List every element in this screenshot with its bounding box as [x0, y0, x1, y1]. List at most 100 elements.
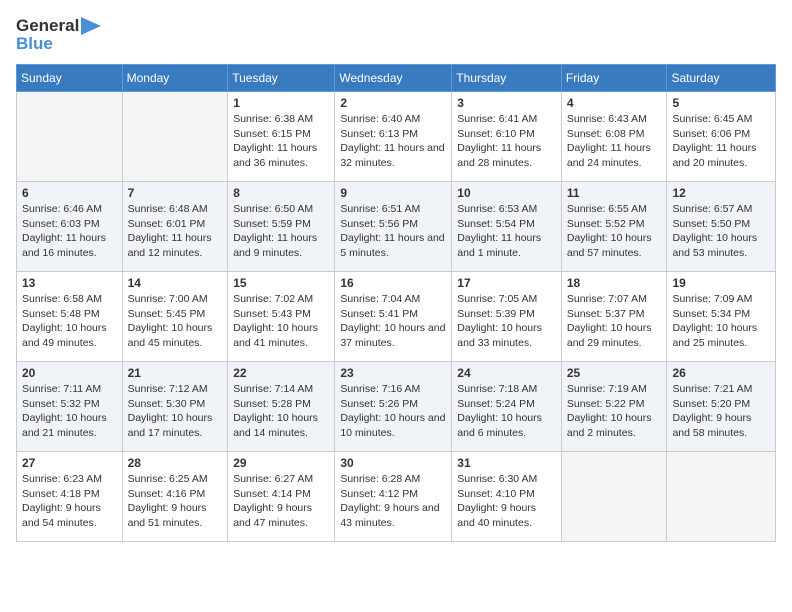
day-number: 13 [22, 276, 117, 290]
calendar-cell: 11 Sunrise: 6:55 AMSunset: 5:52 PMDayligh… [561, 182, 667, 272]
calendar-cell: 2Sunrise: 6:40 AMSunset: 6:13 PMDaylight… [335, 92, 452, 182]
weekday-header-thursday: Thursday [452, 65, 562, 92]
calendar-week-row: 13 Sunrise: 6:58 AMSunset: 5:48 PMDayligh… [17, 272, 776, 362]
day-number: 6 [22, 186, 117, 200]
day-number: 29 [233, 456, 329, 470]
day-number: 1 [233, 96, 329, 110]
day-number: 22 [233, 366, 329, 380]
calendar-week-row: 20 Sunrise: 7:11 AMSunset: 5:32 PMDayligh… [17, 362, 776, 452]
day-number: 15 [233, 276, 329, 290]
day-number: 9 [340, 186, 446, 200]
calendar-week-row: 6 Sunrise: 6:46 AMSunset: 6:03 PMDaylight… [17, 182, 776, 272]
calendar-cell: 16 Sunrise: 7:04 AMSunset: 5:41 PMDayligh… [335, 272, 452, 362]
day-info: Sunrise: 6:55 AMSunset: 5:52 PMDaylight:… [567, 202, 662, 261]
day-info: Sunrise: 6:45 AMSunset: 6:06 PMDaylight:… [672, 112, 770, 171]
calendar-cell: 19 Sunrise: 7:09 AMSunset: 5:34 PMDayligh… [667, 272, 776, 362]
day-info: Sunrise: 6:25 AMSunset: 4:16 PMDaylight:… [128, 472, 223, 531]
calendar-cell: 29 Sunrise: 6:27 AMSunset: 4:14 PMDayligh… [228, 452, 335, 542]
calendar-cell: 6 Sunrise: 6:46 AMSunset: 6:03 PMDaylight… [17, 182, 123, 272]
day-info: Sunrise: 6:41 AMSunset: 6:10 PMDaylight:… [457, 112, 556, 171]
day-info: Sunrise: 7:02 AMSunset: 5:43 PMDaylight:… [233, 292, 329, 351]
calendar-cell: 21 Sunrise: 7:12 AMSunset: 5:30 PMDayligh… [122, 362, 228, 452]
day-number: 4 [567, 96, 662, 110]
day-info: Sunrise: 7:00 AMSunset: 5:45 PMDaylight:… [128, 292, 223, 351]
weekday-header-monday: Monday [122, 65, 228, 92]
day-number: 21 [128, 366, 223, 380]
day-info: Sunrise: 6:50 AMSunset: 5:59 PMDaylight:… [233, 202, 329, 261]
weekday-header-friday: Friday [561, 65, 667, 92]
day-number: 10 [457, 186, 556, 200]
day-number: 14 [128, 276, 223, 290]
day-info: Sunrise: 7:21 AMSunset: 5:20 PMDaylight:… [672, 382, 770, 441]
day-number: 7 [128, 186, 223, 200]
calendar-cell: 9 Sunrise: 6:51 AMSunset: 5:56 PMDaylight… [335, 182, 452, 272]
calendar-cell: 4 Sunrise: 6:43 AMSunset: 6:08 PMDaylight… [561, 92, 667, 182]
day-number: 16 [340, 276, 446, 290]
day-number: 5 [672, 96, 770, 110]
calendar-cell: 22 Sunrise: 7:14 AMSunset: 5:28 PMDayligh… [228, 362, 335, 452]
day-info: Sunrise: 7:18 AMSunset: 5:24 PMDaylight:… [457, 382, 556, 441]
calendar-cell: 3 Sunrise: 6:41 AMSunset: 6:10 PMDaylight… [452, 92, 562, 182]
day-info: Sunrise: 7:14 AMSunset: 5:28 PMDaylight:… [233, 382, 329, 441]
day-info: Sunrise: 6:57 AMSunset: 5:50 PMDaylight:… [672, 202, 770, 261]
calendar-cell [561, 452, 667, 542]
day-info: Sunrise: 6:30 AMSunset: 4:10 PMDaylight:… [457, 472, 556, 531]
day-number: 20 [22, 366, 117, 380]
day-number: 31 [457, 456, 556, 470]
page-header: General Blue [16, 16, 776, 54]
calendar-cell: 7 Sunrise: 6:48 AMSunset: 6:01 PMDaylight… [122, 182, 228, 272]
calendar-table: SundayMondayTuesdayWednesdayThursdayFrid… [16, 64, 776, 542]
logo-general-text: General [16, 16, 79, 36]
calendar-cell: 18 Sunrise: 7:07 AMSunset: 5:37 PMDayligh… [561, 272, 667, 362]
weekday-header-tuesday: Tuesday [228, 65, 335, 92]
day-info: Sunrise: 7:11 AMSunset: 5:32 PMDaylight:… [22, 382, 117, 441]
day-number: 30 [340, 456, 446, 470]
calendar-cell: 5 Sunrise: 6:45 AMSunset: 6:06 PMDaylight… [667, 92, 776, 182]
logo-arrow-icon [81, 17, 101, 35]
day-info: Sunrise: 6:51 AMSunset: 5:56 PMDaylight:… [340, 202, 446, 261]
day-info: Sunrise: 7:12 AMSunset: 5:30 PMDaylight:… [128, 382, 223, 441]
day-number: 28 [128, 456, 223, 470]
day-number: 24 [457, 366, 556, 380]
calendar-cell: 14 Sunrise: 7:00 AMSunset: 5:45 PMDayligh… [122, 272, 228, 362]
day-number: 3 [457, 96, 556, 110]
calendar-week-row: 27 Sunrise: 6:23 AMSunset: 4:18 PMDayligh… [17, 452, 776, 542]
calendar-cell: 30 Sunrise: 6:28 AMSunset: 4:12 PMDayligh… [335, 452, 452, 542]
day-number: 26 [672, 366, 770, 380]
day-info: Sunrise: 7:09 AMSunset: 5:34 PMDaylight:… [672, 292, 770, 351]
logo: General Blue [16, 16, 101, 54]
day-info: Sunrise: 6:53 AMSunset: 5:54 PMDaylight:… [457, 202, 556, 261]
day-number: 27 [22, 456, 117, 470]
day-number: 19 [672, 276, 770, 290]
calendar-cell: 27 Sunrise: 6:23 AMSunset: 4:18 PMDayligh… [17, 452, 123, 542]
weekday-header-wednesday: Wednesday [335, 65, 452, 92]
calendar-cell [122, 92, 228, 182]
calendar-cell: 25Sunrise: 7:19 AMSunset: 5:22 PMDayligh… [561, 362, 667, 452]
day-number: 2 [340, 96, 446, 110]
day-info: Sunrise: 7:19 AMSunset: 5:22 PMDaylight:… [567, 382, 662, 441]
day-number: 11 [567, 186, 662, 200]
day-info: Sunrise: 6:43 AMSunset: 6:08 PMDaylight:… [567, 112, 662, 171]
day-info: Sunrise: 6:48 AMSunset: 6:01 PMDaylight:… [128, 202, 223, 261]
day-info: Sunrise: 6:28 AMSunset: 4:12 PMDaylight:… [340, 472, 446, 531]
weekday-header-saturday: Saturday [667, 65, 776, 92]
calendar-cell: 26 Sunrise: 7:21 AMSunset: 5:20 PMDayligh… [667, 362, 776, 452]
day-info: Sunrise: 6:27 AMSunset: 4:14 PMDaylight:… [233, 472, 329, 531]
calendar-cell: 28 Sunrise: 6:25 AMSunset: 4:16 PMDayligh… [122, 452, 228, 542]
day-number: 23 [340, 366, 446, 380]
day-info: Sunrise: 6:46 AMSunset: 6:03 PMDaylight:… [22, 202, 117, 261]
day-number: 17 [457, 276, 556, 290]
calendar-cell: 13 Sunrise: 6:58 AMSunset: 5:48 PMDayligh… [17, 272, 123, 362]
calendar-cell: 1Sunrise: 6:38 AMSunset: 6:15 PMDaylight… [228, 92, 335, 182]
calendar-cell [667, 452, 776, 542]
day-info: Sunrise: 6:23 AMSunset: 4:18 PMDaylight:… [22, 472, 117, 531]
day-info: Sunrise: 7:07 AMSunset: 5:37 PMDaylight:… [567, 292, 662, 351]
calendar-cell: 15 Sunrise: 7:02 AMSunset: 5:43 PMDayligh… [228, 272, 335, 362]
day-number: 8 [233, 186, 329, 200]
calendar-cell: 10 Sunrise: 6:53 AMSunset: 5:54 PMDayligh… [452, 182, 562, 272]
day-info: Sunrise: 7:04 AMSunset: 5:41 PMDaylight:… [340, 292, 446, 351]
calendar-cell [17, 92, 123, 182]
day-number: 18 [567, 276, 662, 290]
day-info: Sunrise: 6:58 AMSunset: 5:48 PMDaylight:… [22, 292, 117, 351]
logo-container: General Blue [16, 16, 101, 54]
